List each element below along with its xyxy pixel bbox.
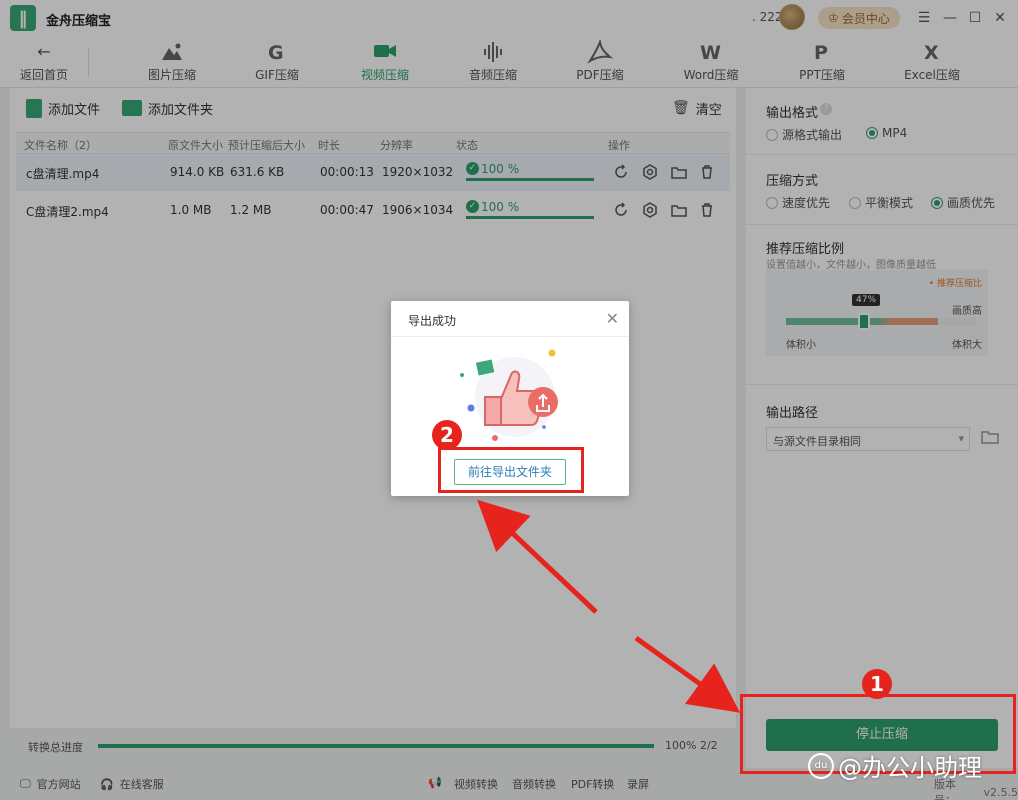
annotation-arrows — [477, 499, 741, 713]
watermark: du @办公小助理 — [808, 748, 982, 783]
watermark-logo: du — [808, 752, 834, 779]
arrow-to-dialog — [477, 499, 598, 614]
arrow-to-stop-button — [634, 635, 741, 713]
